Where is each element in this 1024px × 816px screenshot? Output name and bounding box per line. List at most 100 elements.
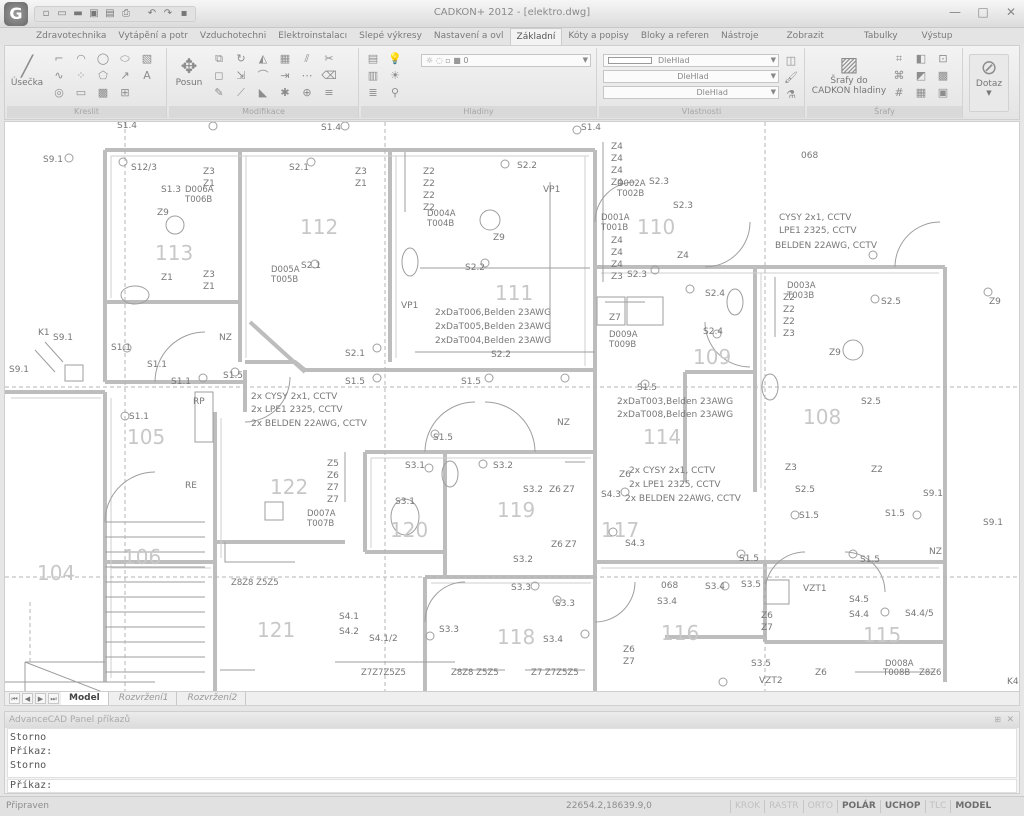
- ray-icon[interactable]: ↗: [117, 69, 133, 83]
- linetype-dropdown[interactable]: DleHlad ▼: [603, 70, 779, 83]
- polyline-icon[interactable]: ⌐: [51, 52, 67, 66]
- hatch-delete-icon[interactable]: ▣: [935, 86, 951, 100]
- layer-off-icon[interactable]: ⚲: [387, 86, 403, 100]
- next-tab-icon[interactable]: ▶: [35, 693, 46, 704]
- layer-state-icon[interactable]: 💡: [387, 52, 403, 66]
- color-dropdown[interactable]: DleHlad ▼: [603, 54, 779, 67]
- save-as-icon[interactable]: ▤: [103, 7, 117, 21]
- posun-button[interactable]: ✥ Posun: [171, 54, 207, 88]
- match-properties-icon[interactable]: ◫: [783, 54, 799, 68]
- close-button[interactable]: ✕: [1002, 4, 1020, 20]
- tab-nastaveni[interactable]: Nastavení a ovl: [428, 28, 510, 45]
- tab-rozvrzeni1[interactable]: Rozvržení1: [111, 692, 178, 705]
- layer-dropdown[interactable]: ☼ ◌ ▫ ■ 0 ▼: [421, 54, 591, 67]
- redo-icon[interactable]: ↷: [161, 7, 175, 21]
- new-file-icon[interactable]: ▫: [39, 7, 53, 21]
- region-icon[interactable]: ▩: [95, 86, 111, 100]
- stretch-icon[interactable]: ⇲: [233, 69, 249, 83]
- brush-properties-icon[interactable]: 🖌: [783, 71, 799, 85]
- layer-manager-icon[interactable]: ▤: [365, 52, 381, 66]
- hatch-solid-icon[interactable]: ◩: [913, 69, 929, 83]
- edit-icon[interactable]: ✎: [211, 86, 227, 100]
- toggle-tlc[interactable]: TLC: [924, 800, 951, 813]
- srafy-do-hladiny-button[interactable]: ▨ Šrafy do CADKON hladiny: [811, 52, 887, 96]
- layer-freeze-icon[interactable]: ☀: [387, 69, 403, 83]
- mirror-icon[interactable]: ◭: [255, 52, 271, 66]
- open-folder-icon[interactable]: ▬: [71, 7, 85, 21]
- prev-tab-icon[interactable]: ◀: [22, 693, 33, 704]
- layer-match-icon[interactable]: ≣: [365, 86, 381, 100]
- toggle-krok[interactable]: KROK: [730, 800, 764, 813]
- tab-vzduchotechnika[interactable]: Vzduchotechni: [194, 28, 272, 45]
- arc-icon[interactable]: ◠: [73, 52, 89, 66]
- copy-icon[interactable]: ⧉: [211, 52, 227, 66]
- floor-plan-svg[interactable]: 113 112 111 110 109 108 105 114 122 120 …: [5, 122, 1020, 692]
- rotate-icon[interactable]: ↻: [233, 52, 249, 66]
- paint-icon[interactable]: ⚗: [783, 88, 799, 102]
- dotaz-button[interactable]: ⊘ Dotaz ▼: [969, 54, 1009, 112]
- minimize-button[interactable]: —: [946, 4, 964, 20]
- tab-model[interactable]: Model: [61, 692, 109, 705]
- scale-icon[interactable]: ◻: [211, 69, 227, 83]
- layer-isolate-icon[interactable]: ▥: [365, 69, 381, 83]
- offset-icon[interactable]: ⫽: [299, 52, 315, 66]
- lock-icon[interactable]: ▪: [177, 7, 191, 21]
- hatch-edit-icon[interactable]: ⌗: [891, 52, 907, 66]
- toggle-orto[interactable]: ORTO: [802, 800, 837, 813]
- tab-vytapeni[interactable]: Vytápění a potr: [112, 28, 193, 45]
- tab-rozvrzeni2[interactable]: Rozvržení2: [179, 692, 247, 705]
- usecka-button[interactable]: ╱ Úsečka: [9, 54, 45, 88]
- brush-icon[interactable]: ⟋: [233, 86, 249, 100]
- spline-icon[interactable]: ∿: [51, 69, 67, 83]
- explode-icon[interactable]: ✱: [277, 86, 293, 100]
- tab-koty-a-popisy[interactable]: Kóty a popisy: [562, 28, 635, 45]
- tab-tabulky[interactable]: Tabulky: [846, 28, 916, 45]
- tab-zakladni[interactable]: Základní: [509, 28, 563, 45]
- hatch-pattern-icon[interactable]: ▦: [913, 86, 929, 100]
- close-icon[interactable]: ✕: [1006, 712, 1014, 728]
- erase-icon[interactable]: ⌫: [321, 69, 337, 83]
- maximize-button[interactable]: □: [974, 4, 992, 20]
- tab-slepe-vykresy[interactable]: Slepé výkresy: [353, 28, 428, 45]
- hatch-icon[interactable]: ▧: [139, 52, 155, 66]
- command-input[interactable]: [56, 780, 1016, 792]
- rectangle-icon[interactable]: ▭: [73, 86, 89, 100]
- trim-icon[interactable]: ✂: [321, 52, 337, 66]
- save-icon[interactable]: ▣: [87, 7, 101, 21]
- hatch-grid-icon[interactable]: #: [891, 86, 907, 100]
- donut-icon[interactable]: ◎: [51, 86, 67, 100]
- hatch-match-icon[interactable]: ⌘: [891, 69, 907, 83]
- app-logo-button[interactable]: G: [4, 2, 28, 26]
- toggle-polar[interactable]: POLÁR: [836, 800, 880, 813]
- tab-nastroje[interactable]: Nástroje: [715, 28, 765, 45]
- print-icon[interactable]: ⎙: [119, 7, 133, 21]
- tab-zobrazit[interactable]: Zobrazit: [765, 28, 846, 45]
- tab-vystup[interactable]: Výstup: [916, 28, 959, 45]
- tab-zdravotechnika[interactable]: Zdravotechnika: [30, 28, 112, 45]
- last-tab-icon[interactable]: ⏭: [48, 693, 59, 704]
- tab-bloky-a-reference[interactable]: Bloky a referen: [635, 28, 715, 45]
- toggle-model[interactable]: MODEL: [950, 800, 995, 813]
- circle-icon[interactable]: ◯: [95, 52, 111, 66]
- open-file-icon[interactable]: ▭: [55, 7, 69, 21]
- undo-icon[interactable]: ↶: [145, 7, 159, 21]
- break-icon[interactable]: ⋯: [299, 69, 315, 83]
- polygon-icon[interactable]: ⬠: [95, 69, 111, 83]
- block-icon[interactable]: ⊞: [117, 86, 133, 100]
- ellipse-icon[interactable]: ⬭: [117, 52, 133, 66]
- chamfer-icon[interactable]: ◣: [255, 86, 271, 100]
- join-icon[interactable]: ⊕: [299, 86, 315, 100]
- toggle-uchop[interactable]: UCHOP: [879, 800, 925, 813]
- extend-icon[interactable]: ⇥: [277, 69, 293, 83]
- drawing-canvas[interactable]: 113 112 111 110 109 108 105 114 122 120 …: [4, 121, 1020, 692]
- hatch-boundary-icon[interactable]: ⊡: [935, 52, 951, 66]
- array-icon[interactable]: ▦: [277, 52, 293, 66]
- toggle-rastr[interactable]: RASTR: [764, 800, 803, 813]
- fillet-icon[interactable]: ⌒: [255, 69, 271, 83]
- point-icon[interactable]: ⁘: [73, 69, 89, 83]
- hatch-gradient-icon[interactable]: ▩: [935, 69, 951, 83]
- tab-elektroinstalace[interactable]: Elektroinstalacı: [272, 28, 353, 45]
- first-tab-icon[interactable]: ⏮: [9, 693, 20, 704]
- pin-icon[interactable]: ⊞: [994, 712, 1001, 728]
- lineweight-dropdown[interactable]: DleHlad ▼: [603, 86, 779, 99]
